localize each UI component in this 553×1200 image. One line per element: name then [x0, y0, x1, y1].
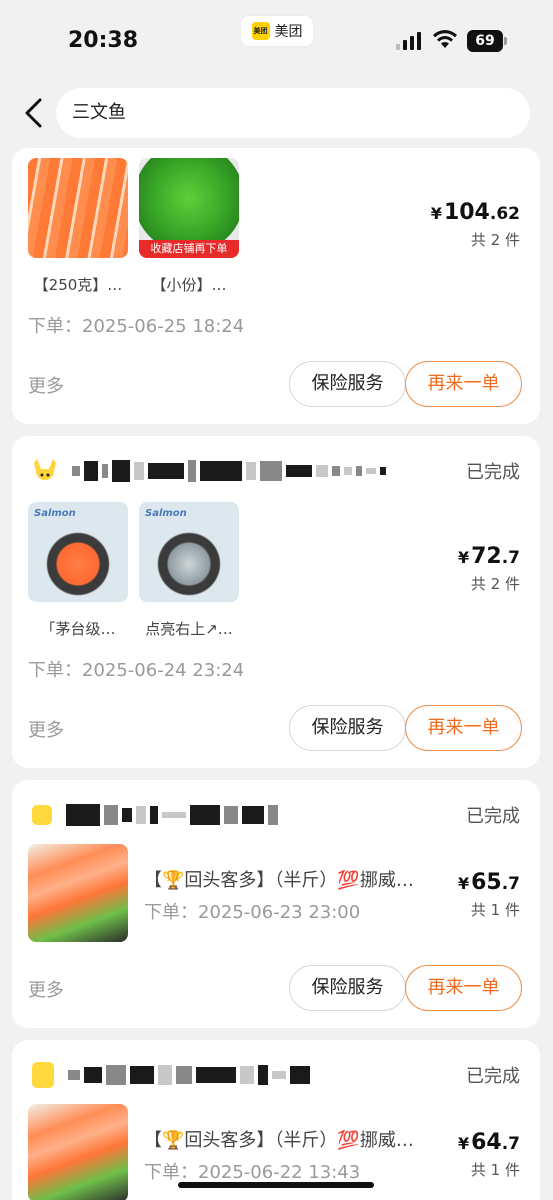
order-status: 已完成	[466, 1066, 520, 1087]
app-badge[interactable]: 美团 美团	[241, 16, 313, 46]
product-caption: 【小份】…	[151, 276, 227, 294]
search-header: 三文鱼	[0, 86, 553, 140]
order-card[interactable]: 已完成 【🏆回头客多】（半斤）💯挪威… 下单：2025-06-22 13:43 …	[12, 1040, 540, 1200]
app-badge-label: 美团	[274, 24, 303, 40]
reorder-button[interactable]: 再来一单	[405, 705, 522, 751]
order-price: ¥65.7 共 1 件	[457, 870, 520, 919]
brand-mark: Salmon	[145, 508, 187, 519]
shop-logo-icon	[34, 459, 56, 480]
shop-name-redacted[interactable]	[32, 456, 386, 486]
order-item[interactable]: 【🏆回头客多】（半斤）💯挪威… 下单：2025-06-23 23:00	[28, 844, 444, 942]
product-caption: 【250克】…	[33, 276, 123, 294]
order-card[interactable]: 【250克】… 收藏店铺再下单 【小份】… ¥104.62 共 2 件 下单：2…	[12, 148, 540, 424]
brand-mark: Salmon	[34, 508, 76, 519]
product-image	[28, 158, 128, 258]
product-image	[28, 844, 128, 942]
order-time: 下单：2025-06-24 23:24	[28, 660, 245, 681]
shop-name-redacted[interactable]	[32, 800, 278, 830]
more-link[interactable]: 更多	[28, 976, 64, 1002]
order-card[interactable]: 已完成 Salmon 「茅台级… Salmon 点亮右上↗… ¥72.7 共 2…	[12, 436, 540, 768]
product-title: 【🏆回头客多】（半斤）💯挪威…	[144, 1130, 414, 1151]
shop-logo-icon	[32, 805, 52, 825]
order-price: ¥64.7 共 1 件	[457, 1130, 520, 1179]
order-time: 下单：2025-06-25 18:24	[28, 316, 245, 337]
status-time: 20:38	[68, 28, 139, 53]
order-time: 下单：2025-06-23 23:00	[144, 902, 361, 923]
wifi-icon	[433, 30, 457, 48]
product-caption: 点亮右上↗…	[145, 620, 233, 638]
order-price: ¥104.62 共 2 件	[430, 200, 520, 249]
product-caption: 「茅台级…	[40, 620, 116, 638]
insurance-service-button[interactable]: 保险服务	[289, 361, 406, 407]
order-status: 已完成	[466, 462, 520, 483]
order-card[interactable]: 已完成 【🏆回头客多】（半斤）💯挪威… 下单：2025-06-23 23:00 …	[12, 780, 540, 1028]
battery-icon: 69	[467, 30, 507, 52]
insurance-service-button[interactable]: 保险服务	[289, 965, 406, 1011]
order-status: 已完成	[466, 806, 520, 827]
cellular-signal-icon	[396, 32, 421, 50]
item-count: 共 1 件	[470, 901, 520, 919]
back-arrow-icon[interactable]	[20, 96, 50, 130]
home-indicator[interactable]	[178, 1182, 374, 1188]
order-items: Salmon 「茅台级… Salmon 点亮右上↗…	[28, 502, 239, 639]
product-image: Salmon	[28, 502, 128, 602]
item-count: 共 2 件	[470, 575, 520, 593]
item-count: 共 1 件	[470, 1161, 520, 1179]
product-title: 【🏆回头客多】（半斤）💯挪威…	[144, 870, 414, 891]
item-count: 共 2 件	[470, 231, 520, 249]
search-input[interactable]: 三文鱼	[56, 88, 530, 138]
promo-banner: 收藏店铺再下单	[139, 240, 239, 258]
product-image: 收藏店铺再下单	[139, 158, 239, 258]
order-item[interactable]: 收藏店铺再下单 【小份】…	[139, 158, 239, 295]
order-item[interactable]: 【250克】…	[28, 158, 128, 295]
order-price: ¥72.7 共 2 件	[457, 544, 520, 593]
shop-logo-icon	[32, 1062, 54, 1088]
product-image: Salmon	[139, 502, 239, 602]
order-time: 下单：2025-06-22 13:43	[144, 1162, 361, 1183]
reorder-button[interactable]: 再来一单	[405, 361, 522, 407]
status-bar: 20:38 美团 美团 69	[0, 0, 553, 80]
order-item[interactable]: Salmon 点亮右上↗…	[139, 502, 239, 639]
more-link[interactable]: 更多	[28, 372, 64, 398]
shop-name-redacted[interactable]	[32, 1060, 310, 1090]
product-image	[28, 1104, 128, 1200]
order-item[interactable]: Salmon 「茅台级…	[28, 502, 128, 639]
more-link[interactable]: 更多	[28, 716, 64, 742]
insurance-service-button[interactable]: 保险服务	[289, 705, 406, 751]
battery-level: 69	[467, 30, 503, 52]
reorder-button[interactable]: 再来一单	[405, 965, 522, 1011]
meituan-logo-icon: 美团	[251, 22, 270, 40]
order-items: 【250克】… 收藏店铺再下单 【小份】…	[28, 158, 239, 295]
